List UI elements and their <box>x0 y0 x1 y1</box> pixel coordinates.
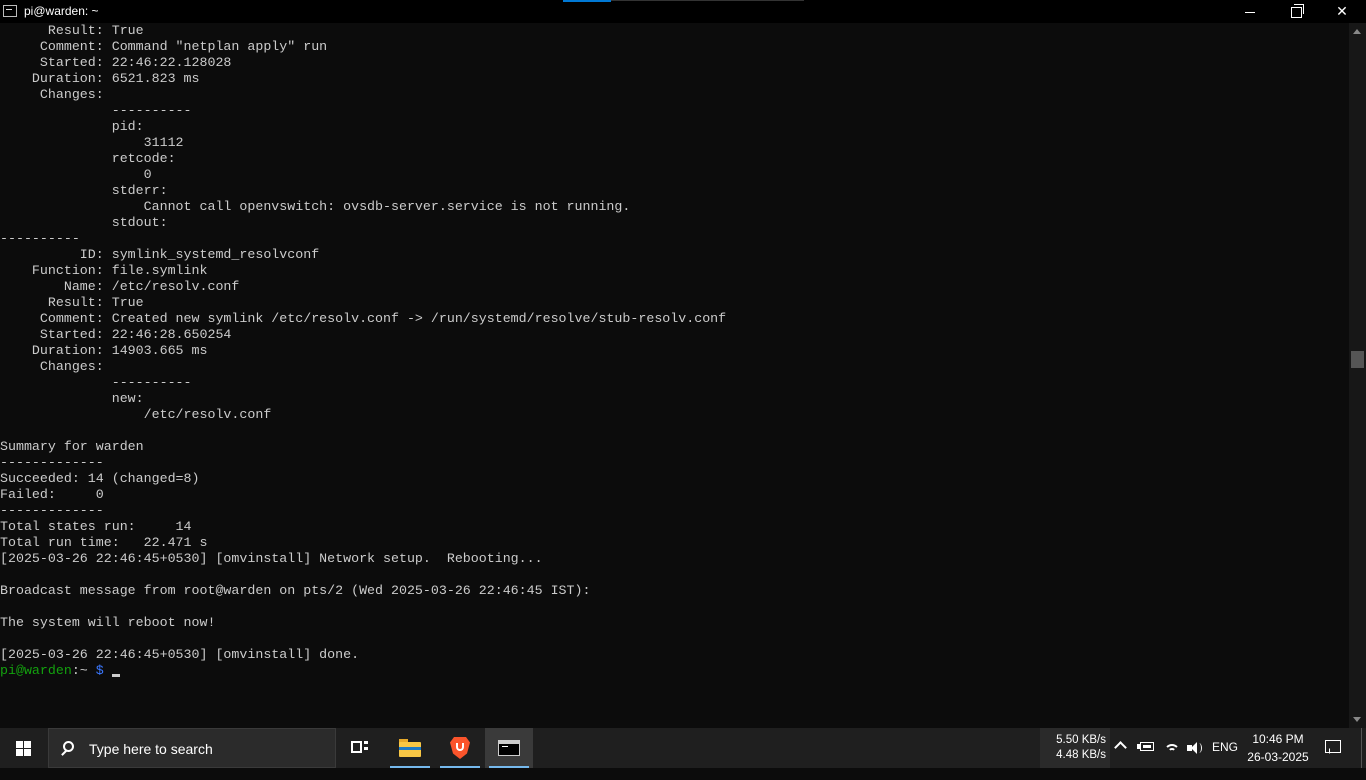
terminal-line: /etc/resolv.conf <box>0 407 272 422</box>
terminal-line: Cannot call openvswitch: ovsdb-server.se… <box>0 199 631 214</box>
terminal-line: ---------- <box>0 103 192 118</box>
terminal-line: Comment: Command "netplan apply" run <box>0 39 328 54</box>
terminal-prompt[interactable]: pi@warden:~ $ <box>0 663 726 679</box>
terminal-line: Total states run: 14 <box>0 519 192 534</box>
window-title: pi@warden: ~ <box>24 4 99 18</box>
clock-date: 26-03-2025 <box>1247 750 1309 764</box>
terminal-line: Changes: <box>0 87 104 102</box>
terminal-app-icon[interactable] <box>3 5 17 17</box>
file-explorer-button[interactable] <box>386 728 434 768</box>
wifi-icon[interactable] <box>1164 740 1180 756</box>
language-indicator[interactable]: ENG <box>1212 740 1238 780</box>
terminal-line: Duration: 6521.823 ms <box>0 71 200 86</box>
terminal-output[interactable]: Result: True Comment: Command "netplan a… <box>0 23 1349 728</box>
terminal-line: retcode: <box>0 151 176 166</box>
search-placeholder: Type here to search <box>89 741 213 757</box>
terminal-taskbar-button[interactable] <box>485 728 533 768</box>
title-accent <box>563 0 611 2</box>
terminal-line: [2025-03-26 22:46:45+0530] [omvinstall] … <box>0 551 543 566</box>
start-button[interactable] <box>0 728 48 768</box>
terminal-scrollbar[interactable] <box>1349 23 1366 728</box>
prompt-symbol: $ <box>87 663 104 678</box>
prompt-path: :~ <box>71 663 88 678</box>
title-accent-line <box>611 0 804 1</box>
download-speed: 4.48 KB/s <box>1056 749 1106 761</box>
terminal-line: stderr: <box>0 183 168 198</box>
battery-icon[interactable] <box>1137 742 1154 751</box>
volume-icon[interactable] <box>1187 741 1203 755</box>
scroll-up-icon[interactable] <box>1353 29 1361 34</box>
terminal-line: Comment: Created new symlink /etc/resolv… <box>0 311 727 326</box>
title-bar[interactable]: pi@warden: ~ ✕ <box>0 0 1366 23</box>
taskbar-search-box[interactable]: Type here to search <box>48 728 336 768</box>
terminal-line: Succeeded: 14 (changed=8) <box>0 471 200 486</box>
terminal-line: The system will reboot now! <box>0 615 216 630</box>
notification-icon[interactable] <box>1325 740 1341 753</box>
prompt-user: pi@warden <box>0 663 72 678</box>
terminal-line: Started: 22:46:28.650254 <box>0 327 232 342</box>
upload-speed: 5.50 KB/s <box>1056 734 1106 746</box>
brave-browser-button[interactable] <box>436 728 484 768</box>
network-speed-monitor[interactable]: 5.50 KB/s 4.48 KB/s <box>1040 728 1110 768</box>
close-icon: ✕ <box>1336 3 1348 19</box>
terminal-line: ID: symlink_systemd_resolvconf <box>0 247 320 262</box>
terminal-line: ---------- <box>0 375 192 390</box>
terminal-line: ------------- <box>0 455 104 470</box>
show-desktop-button[interactable] <box>1361 728 1366 768</box>
terminal-lines: Result: True Comment: Command "netplan a… <box>0 23 726 679</box>
terminal-line: Started: 22:46:22.128028 <box>0 55 232 70</box>
task-view-button[interactable] <box>336 728 384 768</box>
terminal-line: Changes: <box>0 359 104 374</box>
clock-time: 10:46 PM <box>1252 732 1304 746</box>
terminal-line: new: <box>0 391 144 406</box>
chevron-up-icon[interactable] <box>1114 741 1127 754</box>
restore-icon <box>1290 3 1304 18</box>
terminal-line: Result: True <box>0 295 144 310</box>
minimize-icon <box>1245 11 1255 13</box>
close-button[interactable]: ✕ <box>1319 0 1365 23</box>
terminal-line: ------------- <box>0 503 104 518</box>
text-cursor <box>111 674 120 677</box>
terminal-line: 0 <box>0 167 152 182</box>
maximize-button[interactable] <box>1273 0 1319 23</box>
terminal-line: Total run time: 22.471 s <box>0 535 208 550</box>
taskbar: Type here to search 5.50 KB/s 4.48 KB/s … <box>0 728 1366 768</box>
terminal-line: Name: /etc/resolv.conf <box>0 279 240 294</box>
terminal-line: [2025-03-26 22:46:45+0530] [omvinstall] … <box>0 647 360 662</box>
scroll-down-icon[interactable] <box>1353 717 1361 722</box>
terminal-line: Result: True <box>0 23 144 38</box>
terminal-line: Duration: 14903.665 ms <box>0 343 208 358</box>
search-icon <box>63 741 74 752</box>
terminal-line: Summary for warden <box>0 439 144 454</box>
terminal-line: pid: <box>0 119 144 134</box>
terminal-line: ---------- <box>0 231 80 246</box>
scrollbar-thumb[interactable] <box>1351 351 1364 368</box>
terminal-line: Broadcast message from root@warden on pt… <box>0 583 591 598</box>
terminal-line: 31112 <box>0 135 184 150</box>
terminal-line: stdout: <box>0 215 168 230</box>
terminal-line: Function: file.symlink <box>0 263 208 278</box>
clock[interactable]: 10:46 PM 26-03-2025 <box>1246 728 1310 768</box>
terminal-line: Failed: 0 <box>0 487 104 502</box>
minimize-button[interactable] <box>1227 0 1273 23</box>
